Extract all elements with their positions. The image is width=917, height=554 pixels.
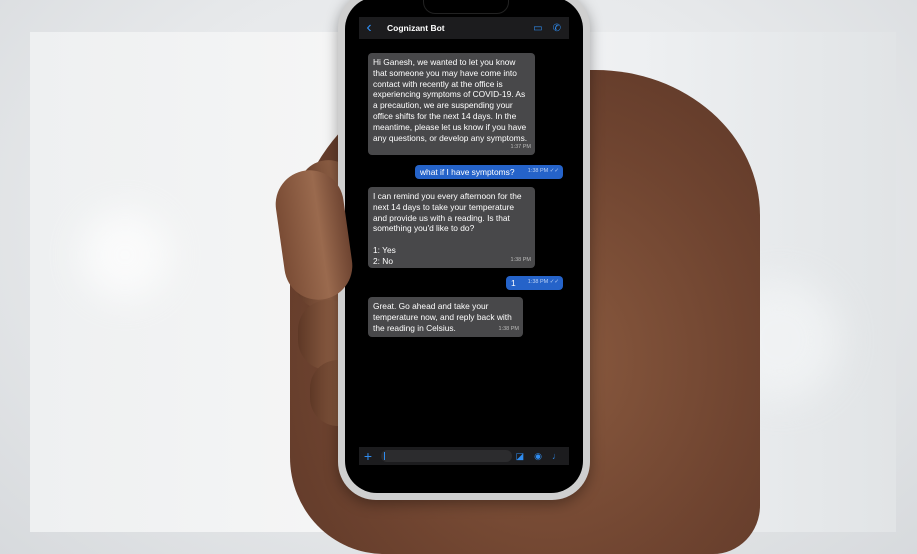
message-text: 1 [511, 278, 516, 288]
message-incoming: I can remind you every afternoon for the… [368, 187, 535, 268]
message-incoming: Great. Go ahead and take your temperatur… [368, 297, 523, 337]
message-text: Hi Ganesh, we wanted to let you know tha… [373, 57, 529, 143]
message-time: 1:38 PM [498, 326, 519, 333]
chat-title: Cognizant Bot [387, 23, 445, 33]
phone-notch [423, 0, 509, 14]
chat-header: ‹ Cognizant Bot ▭ ✆ [359, 17, 569, 39]
camera-icon[interactable]: ◉ [534, 451, 542, 462]
message-outgoing: 1 1:38 PM ✓✓ [506, 276, 563, 290]
sticker-icon[interactable]: ◪ [516, 451, 525, 462]
background-blur [80, 210, 170, 300]
message-time: 1:38 PM ✓✓ [527, 168, 559, 175]
message-time: 1:37 PM [510, 144, 531, 151]
phone: ‹ Cognizant Bot ▭ ✆ Hi Ganesh, we wanted… [338, 0, 590, 500]
message-text: Great. Go ahead and take your temperatur… [373, 301, 515, 333]
phone-call-icon[interactable]: ✆ [553, 23, 561, 34]
message-time: 1:38 PM [510, 257, 531, 264]
message-outgoing: what if I have symptoms? 1:38 PM ✓✓ [415, 165, 563, 179]
microphone-icon[interactable]: ♩ [552, 451, 561, 462]
message-composer: + ◪ ◉ ♩ [359, 447, 569, 465]
plus-icon[interactable]: + [359, 448, 377, 464]
video-call-icon[interactable]: ▭ [533, 23, 542, 34]
message-input[interactable] [381, 450, 512, 462]
message-incoming: Hi Ganesh, we wanted to let you know tha… [368, 53, 535, 155]
message-text: what if I have symptoms? [420, 167, 515, 177]
message-time: 1:38 PM ✓✓ [527, 279, 559, 286]
text-cursor [384, 452, 385, 460]
chevron-left-icon[interactable]: ‹ [359, 19, 379, 37]
message-text: I can remind you every afternoon for the… [373, 191, 522, 266]
phone-screen: ‹ Cognizant Bot ▭ ✆ Hi Ganesh, we wanted… [345, 0, 583, 493]
